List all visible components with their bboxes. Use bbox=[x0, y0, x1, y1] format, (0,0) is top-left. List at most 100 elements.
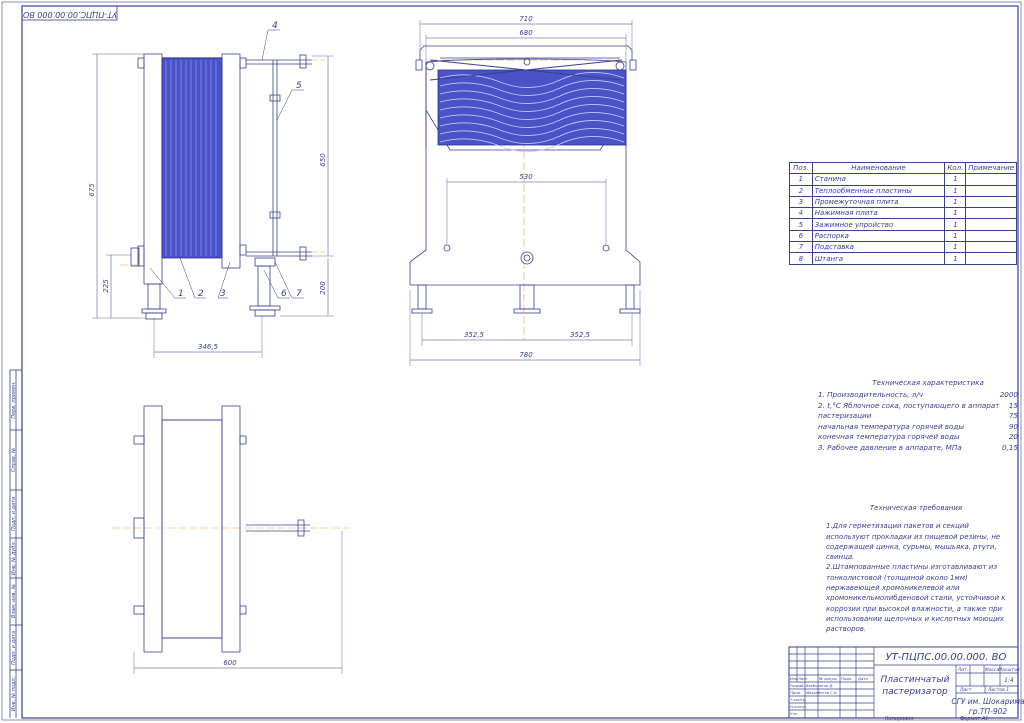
spec-note bbox=[965, 241, 1017, 254]
strip-label-7: Инв. № подл. bbox=[11, 677, 17, 712]
spec-pos: 5 bbox=[789, 218, 813, 231]
dim-3465: 346,5 bbox=[198, 343, 219, 351]
top-view bbox=[133, 405, 343, 674]
spec-name: Распорка bbox=[811, 229, 946, 243]
callout-1: 1 bbox=[178, 289, 184, 299]
callout-4: 4 bbox=[272, 21, 278, 31]
table-row: 5 Зажимное упройство 1 bbox=[789, 218, 1017, 231]
table-row: 8 Штанга 1 bbox=[789, 252, 1017, 265]
tb-mass: Масса bbox=[985, 667, 1000, 673]
callout-3: 3 bbox=[220, 289, 226, 299]
tb-name-dev: Бекболатов Д. bbox=[806, 684, 833, 688]
spec-qty: 1 bbox=[944, 173, 967, 186]
tech-label: начальная температура горячей воды bbox=[818, 421, 965, 431]
technical-characteristics: Техническая характеристика 1. Производит… bbox=[818, 378, 1018, 453]
spec-name: Нажимная плита bbox=[811, 207, 946, 220]
spec-note bbox=[965, 184, 1017, 197]
spec-header-row: Поз. Наименование Кол. Примечание bbox=[789, 161, 1017, 175]
spec-name: Подставка bbox=[811, 241, 946, 254]
tech-row: 2. t,°С Яблочное сока, поступающего в ап… bbox=[818, 401, 1018, 412]
dim-650: 650 bbox=[319, 153, 327, 167]
drawing-sheet: УТ-ПЦПС.00.00.000 ВО Перв. примен. Справ… bbox=[0, 0, 1024, 723]
tb-copied: Копировал bbox=[885, 716, 914, 722]
spec-note bbox=[965, 207, 1017, 220]
tech-value: 90 bbox=[1008, 421, 1018, 431]
tech-label: конечная температура горячей воды bbox=[818, 432, 960, 441]
tech-label: 2. t,°С Яблочное сока, поступающего в ап… bbox=[818, 400, 1000, 410]
spec-note bbox=[965, 195, 1017, 209]
spec-qty: 1 bbox=[944, 195, 967, 209]
spec-pos: 1 bbox=[789, 173, 813, 186]
dim-225: 225 bbox=[102, 279, 110, 293]
spec-qty: 1 bbox=[944, 229, 967, 243]
tech-value: 0,15 bbox=[1001, 442, 1018, 452]
tb-scale-value: 1:4 bbox=[1004, 677, 1014, 684]
tb-col-doc: № докум. bbox=[818, 676, 838, 681]
spec-note bbox=[965, 229, 1017, 243]
tech-value: 15 bbox=[1008, 400, 1018, 410]
dim-200: 200 bbox=[319, 281, 327, 295]
spec-name: Станина bbox=[811, 173, 946, 186]
tb-name-2: пастеризатор bbox=[882, 687, 948, 697]
tb-sheet: Лист bbox=[959, 687, 972, 693]
spec-pos: 2 bbox=[789, 184, 813, 197]
tb-role-3: Т.контр. bbox=[790, 697, 806, 702]
tech-value: 2000 bbox=[999, 390, 1018, 399]
req-paragraph-2: 2.Штампованные пластины изготавливают из… bbox=[826, 563, 1006, 634]
tb-role-2: Пров. bbox=[790, 690, 801, 695]
dim-600: 600 bbox=[223, 659, 237, 667]
tech-label: 3. Рабочее давление в аппарате, МПа bbox=[818, 442, 962, 452]
top-stamp-text: УТ-ПЦПС.00.00.000 ВО bbox=[23, 10, 117, 19]
tb-col-date: Дата bbox=[857, 676, 869, 681]
strip-label-2: Справ. № bbox=[11, 448, 17, 472]
spec-name: Штанга bbox=[811, 252, 946, 265]
tb-format: Формат А1 bbox=[960, 716, 988, 722]
tech-row: начальная температура горячей воды 90 bbox=[818, 422, 1018, 433]
tb-name-chk: Махамбеткв С.К. bbox=[806, 691, 838, 695]
strip-label-3: Подп. и дата bbox=[11, 497, 17, 531]
table-row: 2 Теплообменные пластины 1 bbox=[789, 184, 1017, 197]
strip-label-1: Перв. примен. bbox=[11, 381, 17, 419]
table-row: 3 Промежуточная плита 1 bbox=[789, 195, 1017, 209]
tech-title: Техническая характеристика bbox=[872, 378, 984, 387]
tb-scale: Масштаб bbox=[998, 667, 1020, 673]
tech-row: 1. Производительность, л/ч 2000 bbox=[818, 390, 1018, 401]
table-row: 6 Распорка 1 bbox=[789, 229, 1017, 243]
tb-col-list: Лист bbox=[797, 676, 808, 681]
tb-col-izm: Изм bbox=[790, 676, 798, 681]
callout-7: 7 bbox=[296, 289, 302, 299]
spec-header-name: Наименование bbox=[811, 161, 946, 175]
spec-header-note: Примечание bbox=[965, 161, 1017, 175]
spec-qty: 1 bbox=[944, 252, 967, 265]
side-view bbox=[92, 29, 334, 358]
req-paragraph-1: 1.Для герметизации пакетов и секций испо… bbox=[826, 522, 1001, 562]
spec-pos: 3 bbox=[789, 195, 813, 209]
spec-note bbox=[965, 173, 1017, 186]
table-row: 4 Нажимная плита 1 bbox=[789, 207, 1017, 220]
tech-label: 1. Производительность, л/ч bbox=[818, 390, 924, 399]
tb-org-2: гр.ТП-902 bbox=[969, 707, 1008, 716]
front-view bbox=[409, 20, 641, 366]
tb-role-1: Разраб. bbox=[790, 683, 805, 688]
tech-value: 20 bbox=[1008, 432, 1018, 441]
tech-label: пастеризации bbox=[818, 411, 872, 420]
dim-675: 675 bbox=[88, 183, 96, 197]
spec-name: Теплообменные пластины bbox=[811, 184, 946, 197]
callout-5: 5 bbox=[296, 81, 302, 91]
spec-header-pos: Поз. bbox=[789, 161, 813, 175]
req-title: Техническая требования bbox=[869, 504, 963, 512]
specification-table: Поз. Наименование Кол. Примечание 1 Стани… bbox=[789, 161, 1017, 265]
spec-pos: 6 bbox=[789, 229, 813, 243]
strip-label-6: Подп. и дата bbox=[11, 631, 17, 665]
spec-note bbox=[965, 252, 1017, 265]
spec-name: Промежуточная плита bbox=[811, 195, 946, 209]
dim-530: 530 bbox=[519, 173, 533, 181]
dim-680: 680 bbox=[519, 29, 533, 37]
tb-name-1: Пластинчатый bbox=[881, 675, 950, 685]
dim-710: 710 bbox=[519, 15, 533, 23]
spec-qty: 1 bbox=[944, 218, 967, 231]
spec-pos: 4 bbox=[789, 207, 813, 220]
tech-row: 3. Рабочее давление в аппарате, МПа 0,15 bbox=[818, 443, 1018, 454]
tb-code: УТ-ПЦПС.00.00.000. ВО bbox=[886, 652, 1007, 663]
tb-sheets: Листов 1 bbox=[987, 687, 1009, 693]
